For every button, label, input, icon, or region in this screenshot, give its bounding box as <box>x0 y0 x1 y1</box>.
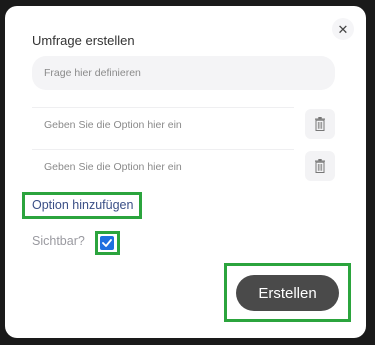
question-placeholder: Frage hier definieren <box>44 67 141 79</box>
trash-icon[interactable] <box>305 109 335 139</box>
option-row: Geben Sie die Option hier ein <box>32 149 335 183</box>
option-row: Geben Sie die Option hier ein <box>32 107 335 141</box>
visible-checkbox[interactable] <box>100 236 114 250</box>
option-placeholder: Geben Sie die Option hier ein <box>44 160 182 173</box>
poll-dialog: ✕ Umfrage erstellen Frage hier definiere… <box>5 6 366 338</box>
option-placeholder: Geben Sie die Option hier ein <box>44 118 182 131</box>
create-button[interactable]: Erstellen <box>236 275 339 311</box>
option-input[interactable]: Geben Sie die Option hier ein <box>32 107 294 141</box>
checkmark-icon <box>102 239 112 247</box>
add-option-link[interactable]: Option hinzufügen <box>32 198 133 212</box>
trash-icon[interactable] <box>305 151 335 181</box>
visible-label: Sichtbar? <box>32 234 85 248</box>
option-input[interactable]: Geben Sie die Option hier ein <box>32 149 294 183</box>
dialog-title: Umfrage erstellen <box>32 33 135 48</box>
question-input[interactable]: Frage hier definieren <box>32 56 335 90</box>
close-icon[interactable]: ✕ <box>332 18 354 40</box>
